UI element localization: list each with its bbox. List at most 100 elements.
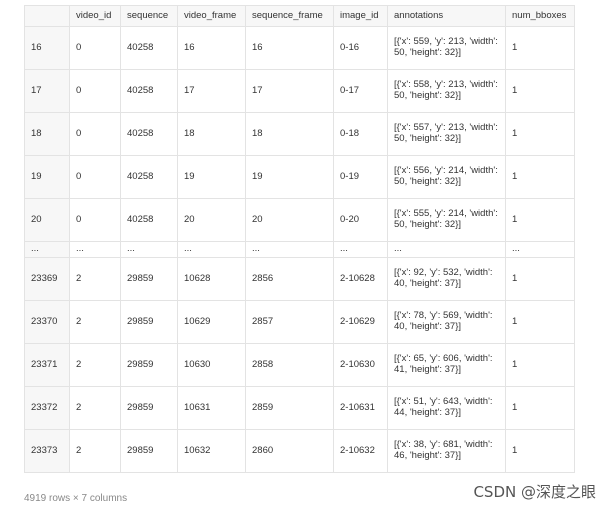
column-header-video_frame: video_frame [177,5,246,27]
cell-video_id: 0 [69,155,121,199]
cell-sequence_frame: 2856 [245,257,334,301]
cell-sequence: 29859 [120,343,178,387]
column-header-video_id: video_id [69,5,121,27]
cell-sequence: 29859 [120,257,178,301]
cell-sequence_frame: 2860 [245,429,334,473]
row-index: 16 [24,26,70,70]
cell-annotations: [{'x': 559, 'y': 213, 'width': 50, 'heig… [387,26,506,70]
cell-sequence: 40258 [120,198,178,242]
table-row: 23373 2 29859 10632 2860 2-10632 [{'x': … [24,429,575,473]
cell-video_id: 2 [69,300,121,344]
cell-video_id: ... [69,241,121,258]
cell-sequence_frame: 2857 [245,300,334,344]
cell-video_frame: 18 [177,112,246,156]
cell-num_bboxes: 1 [505,26,575,70]
cell-image_id: 0-17 [333,69,388,113]
cell-sequence: 40258 [120,26,178,70]
cell-image_id: 0-18 [333,112,388,156]
cell-sequence: 29859 [120,386,178,430]
cell-video_frame: 19 [177,155,246,199]
cell-num_bboxes: 1 [505,257,575,301]
cell-image_id: 2-10628 [333,257,388,301]
table-row: 23369 2 29859 10628 2856 2-10628 [{'x': … [24,257,575,301]
cell-sequence: 29859 [120,300,178,344]
cell-annotations: [{'x': 558, 'y': 213, 'width': 50, 'heig… [387,69,506,113]
table-row: 18 0 40258 18 18 0-18 [{'x': 557, 'y': 2… [24,112,575,156]
cell-video_frame: 10632 [177,429,246,473]
cell-video_id: 2 [69,386,121,430]
cell-sequence: 40258 [120,69,178,113]
row-index: 23370 [24,300,70,344]
cell-sequence_frame: 16 [245,26,334,70]
cell-image_id: 2-10632 [333,429,388,473]
cell-video_id: 2 [69,257,121,301]
cell-video_frame: 10630 [177,343,246,387]
cell-sequence_frame: 19 [245,155,334,199]
cell-video_frame: 10629 [177,300,246,344]
cell-image_id: 0-16 [333,26,388,70]
cell-sequence_frame: 2858 [245,343,334,387]
cell-image_id: 0-20 [333,198,388,242]
column-header-sequence_frame: sequence_frame [245,5,334,27]
cell-num_bboxes: 1 [505,429,575,473]
row-index: 23371 [24,343,70,387]
row-index: 20 [24,198,70,242]
dataframe-table: video_id sequence video_frame sequence_f… [24,5,575,473]
row-index: 19 [24,155,70,199]
cell-annotations: [{'x': 38, 'y': 681, 'width': 46, 'heigh… [387,429,506,473]
notebook-output: video_id sequence video_frame sequence_f… [0,0,612,510]
cell-sequence_frame: 2859 [245,386,334,430]
row-index: ... [24,241,70,258]
cell-video_id: 0 [69,112,121,156]
cell-video_frame: 16 [177,26,246,70]
cell-image_id: 2-10630 [333,343,388,387]
column-header-sequence: sequence [120,5,178,27]
table-row: 23371 2 29859 10630 2858 2-10630 [{'x': … [24,343,575,387]
cell-image_id: ... [333,241,388,258]
cell-image_id: 2-10629 [333,300,388,344]
cell-sequence: 29859 [120,429,178,473]
cell-num_bboxes: 1 [505,198,575,242]
cell-sequence: 40258 [120,155,178,199]
dataframe-shape-text: 4919 rows × 7 columns [24,493,128,504]
cell-sequence_frame: ... [245,241,334,258]
cell-sequence: ... [120,241,178,258]
cell-sequence_frame: 18 [245,112,334,156]
table-row: 20 0 40258 20 20 0-20 [{'x': 555, 'y': 2… [24,198,575,242]
cell-image_id: 0-19 [333,155,388,199]
cell-video_id: 0 [69,26,121,70]
table-row: 23372 2 29859 10631 2859 2-10631 [{'x': … [24,386,575,430]
cell-sequence_frame: 20 [245,198,334,242]
cell-image_id: 2-10631 [333,386,388,430]
cell-annotations: [{'x': 92, 'y': 532, 'width': 40, 'heigh… [387,257,506,301]
row-index: 23369 [24,257,70,301]
row-index: 17 [24,69,70,113]
cell-annotations: [{'x': 556, 'y': 214, 'width': 50, 'heig… [387,155,506,199]
cell-num_bboxes: 1 [505,155,575,199]
cell-num_bboxes: 1 [505,69,575,113]
cell-num_bboxes: 1 [505,300,575,344]
cell-annotations: [{'x': 555, 'y': 214, 'width': 50, 'heig… [387,198,506,242]
table-row: 19 0 40258 19 19 0-19 [{'x': 556, 'y': 2… [24,155,575,199]
cell-sequence_frame: 17 [245,69,334,113]
table-row: 17 0 40258 17 17 0-17 [{'x': 558, 'y': 2… [24,69,575,113]
table-row: 16 0 40258 16 16 0-16 [{'x': 559, 'y': 2… [24,26,575,70]
cell-annotations: [{'x': 78, 'y': 569, 'width': 40, 'heigh… [387,300,506,344]
cell-annotations: [{'x': 557, 'y': 213, 'width': 50, 'heig… [387,112,506,156]
cell-video_frame: ... [177,241,246,258]
cell-video_frame: 20 [177,198,246,242]
cell-num_bboxes: ... [505,241,575,258]
index-header [24,5,70,27]
cell-annotations: [{'x': 51, 'y': 643, 'width': 44, 'heigh… [387,386,506,430]
cell-video_frame: 10631 [177,386,246,430]
cell-video_id: 0 [69,198,121,242]
cell-video_id: 0 [69,69,121,113]
table-row: 23370 2 29859 10629 2857 2-10629 [{'x': … [24,300,575,344]
cell-sequence: 40258 [120,112,178,156]
column-header-annotations: annotations [387,5,506,27]
cell-video_frame: 10628 [177,257,246,301]
cell-num_bboxes: 1 [505,112,575,156]
row-index: 23372 [24,386,70,430]
cell-annotations: ... [387,241,506,258]
cell-video_id: 2 [69,343,121,387]
